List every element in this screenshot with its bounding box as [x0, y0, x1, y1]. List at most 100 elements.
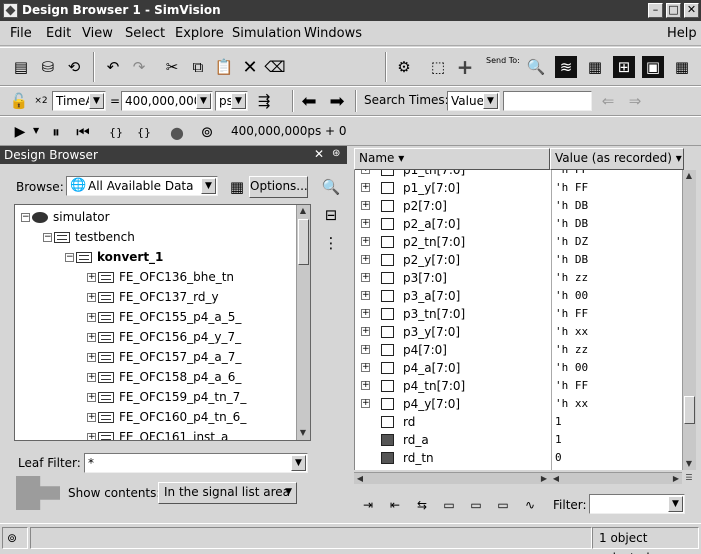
show-contents-select[interactable]: In the signal list area ▼: [158, 482, 297, 504]
expand-icon[interactable]: +: [87, 333, 96, 342]
time-marker-select[interactable]: TimeA ▼: [52, 91, 106, 111]
record-icon[interactable]: ⊚: [7, 531, 17, 545]
signal-row[interactable]: rd_tn 0: [355, 449, 682, 467]
browse-tool-icon[interactable]: ⊟: [320, 204, 342, 226]
signal-row[interactable]: + p4[7:0] 'h zz: [355, 341, 682, 359]
search-forward-icon[interactable]: ➡: [326, 90, 348, 112]
value-hscrollbar[interactable]: ◀ ▶: [550, 472, 682, 484]
tree-item[interactable]: − testbench: [15, 228, 295, 248]
erase-icon[interactable]: ⌫: [264, 56, 286, 78]
send-to-browser-icon[interactable]: 🔍: [525, 56, 547, 78]
expand-icon[interactable]: +: [87, 273, 96, 282]
search-mode-select[interactable]: Value ▼: [447, 91, 500, 111]
signal-row[interactable]: + p2_y[7:0] 'h DB: [355, 251, 682, 269]
signal-row[interactable]: + p1_y[7:0] 'h FF: [355, 179, 682, 197]
signal-row[interactable]: + p2_a[7:0] 'h DB: [355, 215, 682, 233]
pause-icon[interactable]: ⏸: [45, 121, 67, 143]
collapse-icon[interactable]: −: [21, 213, 30, 222]
undo-icon[interactable]: ↶: [102, 56, 124, 78]
step-icon[interactable]: {}: [105, 121, 127, 143]
expand-icon[interactable]: +: [361, 309, 370, 318]
expand-icon[interactable]: +: [87, 293, 96, 302]
tree-item[interactable]: + FE_OFC160_p4_tn_6_: [15, 408, 295, 428]
time-lock-icon[interactable]: ⇶: [253, 90, 275, 112]
expand-icon[interactable]: +: [361, 170, 370, 174]
expand-icon[interactable]: +: [361, 291, 370, 300]
collapse-icon[interactable]: −: [65, 253, 74, 262]
scroll-right-icon[interactable]: ▶: [670, 473, 682, 485]
scroll-right-icon[interactable]: ▶: [538, 473, 550, 485]
schematic-tracer-icon[interactable]: ⚙: [393, 56, 415, 78]
scroll-up-icon[interactable]: ▲: [297, 205, 309, 217]
signal-filter-input[interactable]: ▼: [589, 494, 685, 514]
expand-icon[interactable]: +: [361, 273, 370, 282]
copy-icon[interactable]: ⧉: [187, 56, 209, 78]
step-over-icon[interactable]: {}: [133, 121, 155, 143]
menu-select[interactable]: Select: [125, 26, 165, 41]
signal-row[interactable]: + p4_tn[7:0] 'h FF: [355, 377, 682, 395]
hierarchy-tool-icon[interactable]: ⋮: [320, 232, 342, 254]
redo-icon[interactable]: ↷: [128, 56, 150, 78]
filter-icon[interactable]: ▦: [226, 176, 248, 198]
select-icon[interactable]: ⬚: [427, 56, 449, 78]
expand-icon[interactable]: +: [361, 183, 370, 192]
send-to-source-icon[interactable]: ▦: [584, 56, 606, 78]
signal-analog-filter-icon[interactable]: ∿: [518, 494, 542, 516]
new-window-icon[interactable]: ▤: [10, 56, 32, 78]
menu-help[interactable]: Help: [667, 26, 697, 41]
signal-row[interactable]: + p3[7:0] 'h zz: [355, 269, 682, 287]
send-to-register-icon[interactable]: ▣: [642, 56, 664, 78]
tree-scrollbar[interactable]: ▲ ▼: [296, 205, 310, 440]
add-icon[interactable]: +: [454, 55, 476, 79]
tree-item[interactable]: + FE_OFC159_p4_tn_7_: [15, 388, 295, 408]
chevron-down-icon[interactable]: ▼: [33, 126, 39, 135]
expand-icon[interactable]: +: [87, 393, 96, 402]
scroll-down-icon[interactable]: ▼: [683, 458, 695, 470]
close-pane-icon[interactable]: ✕: [314, 147, 324, 161]
tree-item[interactable]: + FE_OFC157_p4_a_7_: [15, 348, 295, 368]
design-tree[interactable]: − simulator − testbench − konvert_1 + FE_OFC136…: [14, 204, 311, 441]
expand-icon[interactable]: +: [361, 219, 370, 228]
signal-internal-filter-icon[interactable]: ▭: [437, 494, 461, 516]
pane-menu-icon[interactable]: ⊛: [332, 148, 340, 159]
signal-list[interactable]: + p1_tn[7:0] 'h FF + p1_y[7:0] 'h FF + p2[7:0] '…: [354, 170, 682, 470]
open-database-icon[interactable]: ⛁: [37, 56, 59, 78]
search-value-input[interactable]: [503, 91, 592, 111]
expand-icon[interactable]: +: [361, 201, 370, 210]
send-to-schematic-icon[interactable]: ⊞: [613, 56, 635, 78]
expand-icon[interactable]: +: [361, 363, 370, 372]
value-column-header[interactable]: Value (as recorded) ▾: [550, 148, 684, 170]
menu-view[interactable]: View: [82, 26, 113, 41]
delete-icon[interactable]: ✕: [239, 56, 261, 78]
stop-icon[interactable]: ●: [166, 121, 188, 143]
signal-output-filter-icon[interactable]: ⇤: [383, 494, 407, 516]
maximize-button[interactable]: □: [666, 3, 681, 18]
expand-icon[interactable]: +: [87, 373, 96, 382]
close-window-button[interactable]: ✕: [684, 3, 699, 18]
expand-icon[interactable]: +: [361, 327, 370, 336]
tree-item[interactable]: + FE_OFC136_bhe_tn: [15, 268, 295, 288]
expand-icon[interactable]: +: [361, 237, 370, 246]
signal-wire-filter-icon[interactable]: ▭: [464, 494, 488, 516]
signal-row[interactable]: + p4_a[7:0] 'h 00: [355, 359, 682, 377]
signal-row[interactable]: + p2[7:0] 'h DB: [355, 197, 682, 215]
menu-edit[interactable]: Edit: [46, 26, 71, 41]
expand-icon[interactable]: +: [87, 413, 96, 422]
expand-icon[interactable]: +: [361, 399, 370, 408]
expand-icon[interactable]: +: [87, 353, 96, 362]
list-menu-icon[interactable]: ☰: [683, 472, 695, 484]
expand-icon[interactable]: +: [361, 255, 370, 264]
search-tool-icon[interactable]: 🔍: [320, 176, 342, 198]
app-icon[interactable]: [3, 3, 18, 18]
tree-item[interactable]: + FE_OFC158_p4_a_6_: [15, 368, 295, 388]
tree-item[interactable]: + FE_OFC155_p4_a_5_: [15, 308, 295, 328]
menu-file[interactable]: File: [10, 26, 32, 41]
scroll-up-icon[interactable]: ▲: [683, 170, 695, 182]
options-button[interactable]: Options...: [249, 176, 308, 198]
signal-scroll-thumb[interactable]: [684, 396, 695, 424]
tree-item[interactable]: + FE_OFC161_inst_a: [15, 428, 295, 440]
calculator-icon[interactable]: ▦: [671, 56, 693, 78]
lock-icon[interactable]: 🔓: [8, 90, 30, 112]
collapse-icon[interactable]: −: [43, 233, 52, 242]
signal-row[interactable]: + p3_y[7:0] 'h xx: [355, 323, 682, 341]
